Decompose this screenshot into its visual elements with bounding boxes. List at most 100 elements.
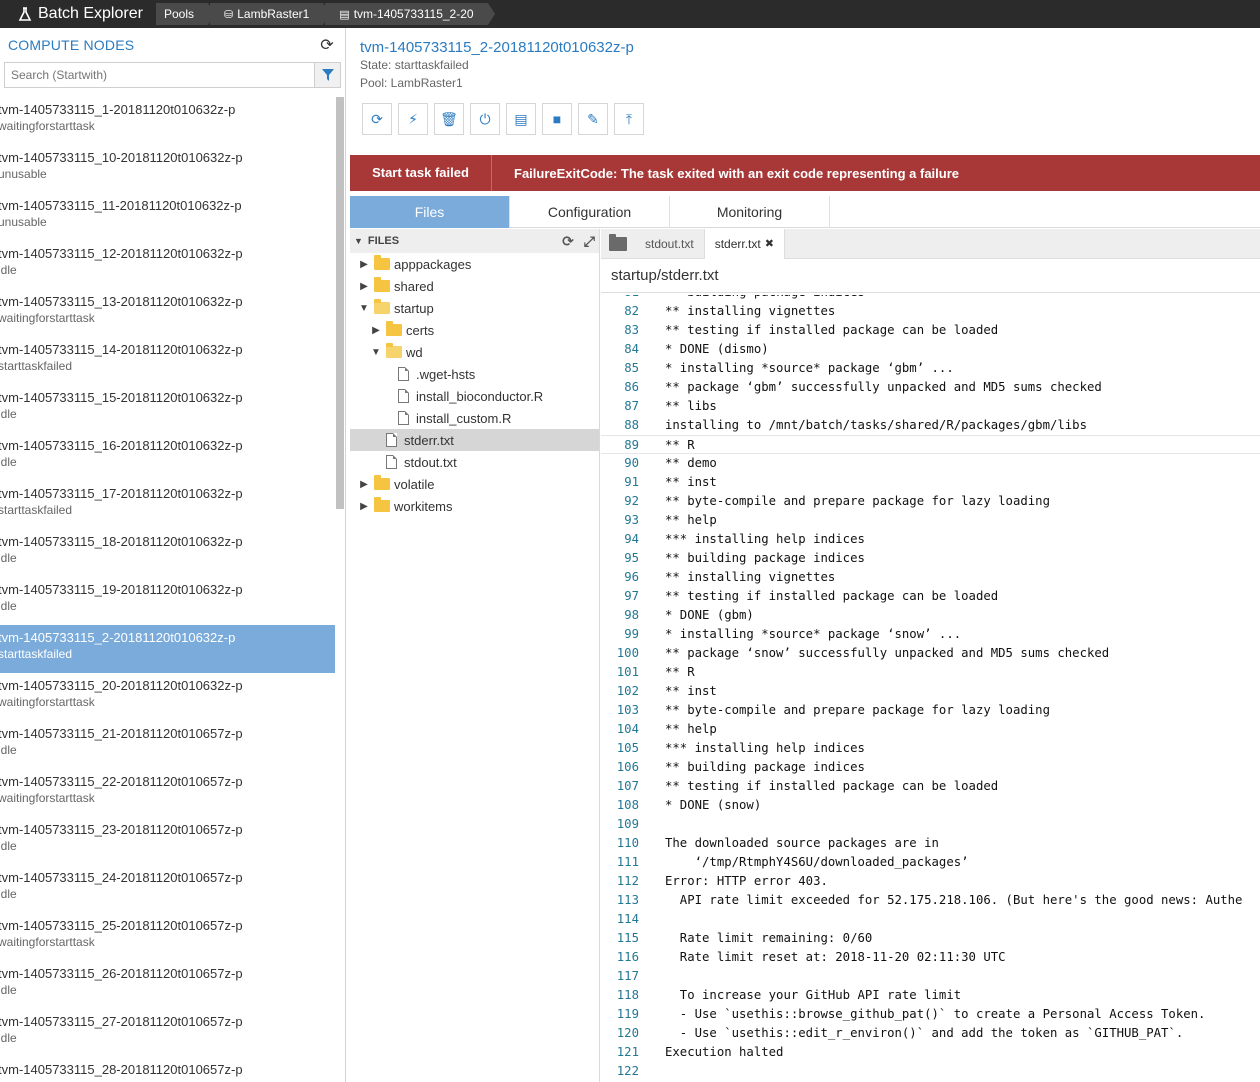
node-list-item[interactable]: tvm-1405733115_18-20181120t010632z-pidle: [0, 529, 335, 577]
files-header[interactable]: ▼ FILES ⟳ ⤢: [350, 229, 599, 253]
line-text: *** installing help indices: [665, 741, 865, 755]
tab-monitoring[interactable]: Monitoring: [670, 196, 830, 228]
node-state: idle: [0, 551, 17, 565]
tree-file[interactable]: .wget-hsts: [350, 363, 599, 385]
tree-label: stdout.txt: [404, 454, 457, 470]
stop-icon: ■: [552, 111, 562, 127]
code-line: 107 ** testing if installed package can b…: [601, 777, 1260, 796]
file-icon: [386, 455, 397, 469]
node-toolbar: ⟳ ⚡ 🗑 ⏻ ▤ ■ ✎ ⤒: [362, 103, 650, 135]
tree-file[interactable]: stderr.txt: [350, 429, 599, 451]
reboot-button[interactable]: ⏻: [470, 103, 500, 135]
tree-label: shared: [394, 278, 434, 294]
node-id: tvm-1405733115_18-20181120t010632z-p: [0, 534, 243, 549]
chevron-right-icon[interactable]: ▶: [358, 259, 370, 270]
tree-file[interactable]: stdout.txt: [350, 451, 599, 473]
node-list-item[interactable]: tvm-1405733115_14-20181120t010632z-p star…: [0, 337, 335, 385]
code-line: 94 *** installing help indices: [601, 530, 1260, 549]
node-list-item[interactable]: tvm-1405733115_19-20181120t010632z-pidle: [0, 577, 335, 625]
tree-folder[interactable]: ▶ workitems: [350, 495, 599, 517]
file-tab-stdout[interactable]: stdout.txt: [635, 228, 705, 259]
node-list-item[interactable]: tvm-1405733115_27-20181120t010657z-pidle: [0, 1009, 335, 1057]
refresh-icon[interactable]: ⟳: [317, 35, 337, 55]
file-tabs: stdout.txt stderr.txt ✖: [601, 228, 1260, 259]
node-list-item[interactable]: tvm-1405733115_23-20181120t010657z-pidle: [0, 817, 335, 865]
filter-icon[interactable]: [314, 63, 340, 87]
line-number: 86: [624, 380, 639, 394]
folder-icon: [386, 343, 402, 358]
node-list-item[interactable]: tvm-1405733115_15-20181120t010632z-pidle: [0, 385, 335, 433]
node-list-item[interactable]: tvm-1405733115_13-20181120t010632z-p wait…: [0, 289, 335, 337]
node-state: waitingforstarttask: [0, 791, 95, 805]
breadcrumb-pools[interactable]: Pools: [156, 3, 216, 25]
tree-folder[interactable]: ▶ certs: [350, 319, 599, 341]
line-text: ** installing vignettes: [665, 570, 836, 584]
tree-folder[interactable]: ▼ wd: [350, 341, 599, 363]
node-id: tvm-1405733115_15-20181120t010632z-p: [0, 390, 243, 405]
node-state: starttaskfailed: [0, 647, 73, 661]
tab-files[interactable]: Files: [350, 196, 510, 228]
node-list-item[interactable]: tvm-1405733115_22-20181120t010657z-p wait…: [0, 769, 335, 817]
node-id: tvm-1405733115_2-20181120t010632z-p: [0, 630, 236, 645]
database-icon: ⛁: [224, 8, 234, 21]
folder-icon[interactable]: [601, 229, 635, 259]
edit-button[interactable]: ✎: [578, 103, 608, 135]
breadcrumb-node[interactable]: ▤ tvm-1405733115_2-20: [325, 3, 495, 25]
refresh-button[interactable]: ⟳: [362, 103, 392, 135]
code-line: 115 Rate limit remaining: 0/60: [601, 929, 1260, 948]
folder-icon: [374, 277, 390, 292]
code-view[interactable]: 81** building package indices82** instal…: [601, 295, 1260, 1082]
node-list-item[interactable]: tvm-1405733115_16-20181120t010632z-pidle: [0, 433, 335, 481]
tree-folder[interactable]: ▶ volatile: [350, 473, 599, 495]
tree-file[interactable]: install_bioconductor.R: [350, 385, 599, 407]
search-input[interactable]: [5, 63, 314, 87]
stop-button[interactable]: ■: [542, 103, 572, 135]
connect-button[interactable]: ⚡: [398, 103, 428, 135]
node-id: tvm-1405733115_11-20181120t010632z-p: [0, 198, 242, 213]
chevron-right-icon[interactable]: ▶: [358, 479, 370, 490]
node-list-item[interactable]: tvm-1405733115_17-20181120t010632z-p star…: [0, 481, 335, 529]
code-line: 118 To increase your GitHub API rate lim…: [601, 986, 1260, 1005]
code-line: 113 API rate limit exceeded for 52.175.2…: [601, 891, 1260, 910]
tree-label: install_bioconductor.R: [416, 388, 544, 404]
node-list-item[interactable]: tvm-1405733115_12-20181120t010632z-pidle: [0, 241, 335, 289]
node-list-item[interactable]: tvm-1405733115_10-20181120t010632z-p unus…: [0, 145, 335, 193]
node-list-item[interactable]: tvm-1405733115_21-20181120t010657z-pidle: [0, 721, 335, 769]
tree-file[interactable]: install_custom.R: [350, 407, 599, 429]
chevron-down-icon[interactable]: ▼: [370, 347, 382, 358]
node-list-item[interactable]: tvm-1405733115_11-20181120t010632z-p unus…: [0, 193, 335, 241]
scrollbar[interactable]: [336, 97, 344, 509]
tree-folder[interactable]: ▼ startup: [350, 297, 599, 319]
code-line: 111 ‘/tmp/RtmphY4S6U/downloaded_packages…: [601, 853, 1260, 872]
node-list-item[interactable]: tvm-1405733115_28-20181120t010657z-p: [0, 1057, 335, 1082]
node-state: idle: [0, 1031, 17, 1045]
node-list-item[interactable]: tvm-1405733115_25-20181120t010657z-p wait…: [0, 913, 335, 961]
reimage-button[interactable]: ▤: [506, 103, 536, 135]
node-list-item[interactable]: tvm-1405733115_1-20181120t010632z-p waiti…: [0, 97, 335, 145]
node-list-item[interactable]: tvm-1405733115_26-20181120t010657z-pidle: [0, 961, 335, 1009]
delete-button[interactable]: 🗑: [434, 103, 464, 135]
close-icon[interactable]: ✖: [765, 237, 774, 250]
node-list-item[interactable]: tvm-1405733115_24-20181120t010657z-pidle: [0, 865, 335, 913]
file-tab-stderr[interactable]: stderr.txt ✖: [704, 228, 785, 259]
node-list-item[interactable]: tvm-1405733115_20-20181120t010632z-p wait…: [0, 673, 335, 721]
tree-folder[interactable]: ▶ shared: [350, 275, 599, 297]
line-number: 121: [616, 1045, 639, 1059]
line-number: 81: [601, 295, 639, 302]
line-number: 93: [624, 513, 639, 527]
tree-folder[interactable]: ▶ apppackages: [350, 253, 599, 275]
chevron-right-icon[interactable]: ▶: [358, 501, 370, 512]
chevron-right-icon[interactable]: ▶: [370, 325, 382, 336]
tab-configuration[interactable]: Configuration: [510, 196, 670, 228]
collapse-all-icon[interactable]: ⤢: [584, 233, 595, 250]
refresh-icon[interactable]: ⟳: [562, 233, 574, 250]
upload-logs-button[interactable]: ⤒: [614, 103, 644, 135]
breadcrumb-pool[interactable]: ⛁ LambRaster1: [210, 3, 331, 25]
node-list-item[interactable]: tvm-1405733115_2-20181120t010632z-pstart…: [0, 625, 335, 673]
code-line: 109: [601, 815, 1260, 834]
line-text: [639, 910, 665, 929]
chevron-right-icon[interactable]: ▶: [358, 281, 370, 292]
code-line: 97 ** testing if installed package can be…: [601, 587, 1260, 606]
chevron-down-icon[interactable]: ▼: [358, 303, 370, 314]
line-number: 100: [616, 646, 639, 660]
